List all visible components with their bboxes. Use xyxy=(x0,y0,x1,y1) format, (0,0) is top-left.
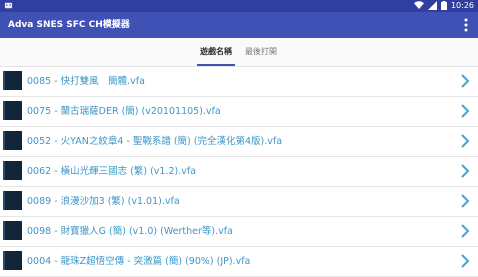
chevron-right-icon xyxy=(461,104,470,118)
game-name: 0004 - 龍珠Z超悟空傳 - 突激篇 (簡) (90%) (JP).vfa xyxy=(27,256,251,267)
chevron-right-icon xyxy=(461,194,470,208)
game-list: 0085 - 快打雙風 簡體.vfa 0075 - 蘭古瑞薩DER (簡) (v… xyxy=(0,67,478,277)
tab-game-name[interactable]: 遊戲名稱 xyxy=(193,38,239,66)
android-notification-icon xyxy=(4,1,13,12)
game-name: 0052 - 火YAN之紋章4 - 聖戰系譜 (簡) (完全漢化第4版).vfa xyxy=(27,136,283,147)
game-name: 0089 - 浪漫沙加3 (繁) (v1.01).vfa xyxy=(27,196,180,207)
app-title: Adva SNES SFC CH模擬器 xyxy=(8,20,130,30)
game-name: 0085 - 快打雙風 簡體.vfa xyxy=(27,76,145,87)
game-thumbnail xyxy=(3,191,22,210)
status-time: 10:26 xyxy=(450,1,474,10)
overflow-menu-icon[interactable] xyxy=(460,17,472,33)
chevron-right-icon xyxy=(461,254,470,268)
game-name: 0098 - 財寶獵人G (簡) (v1.0) (Werther等).vfa xyxy=(27,226,233,237)
cellular-signal-icon xyxy=(427,0,437,12)
active-tab-indicator xyxy=(197,64,235,66)
chevron-right-icon xyxy=(461,224,470,238)
game-name: 0075 - 蘭古瑞薩DER (簡) (v20101105).vfa xyxy=(27,106,221,117)
list-item[interactable]: 0089 - 浪漫沙加3 (繁) (v1.01).vfa xyxy=(0,187,478,217)
tab-bar: 遊戲名稱 最後打開 xyxy=(0,38,478,67)
game-thumbnail xyxy=(3,251,22,270)
chevron-right-icon xyxy=(461,164,470,178)
game-thumbnail xyxy=(3,101,22,120)
game-thumbnail xyxy=(3,221,22,240)
game-thumbnail xyxy=(3,131,22,150)
chevron-right-icon xyxy=(461,134,470,148)
list-item[interactable]: 0075 - 蘭古瑞薩DER (簡) (v20101105).vfa xyxy=(0,97,478,127)
app-bar: Adva SNES SFC CH模擬器 xyxy=(0,12,478,38)
list-item[interactable]: 0085 - 快打雙風 簡體.vfa xyxy=(0,67,478,97)
list-item[interactable]: 0004 - 龍珠Z超悟空傳 - 突激篇 (簡) (90%) (JP).vfa xyxy=(0,247,478,277)
tab-last-opened[interactable]: 最後打開 xyxy=(239,38,283,66)
status-bar: 10:26 xyxy=(0,0,478,12)
list-item[interactable]: 0062 - 橫山光輝三國志 (繁) (v1.2).vfa xyxy=(0,157,478,187)
list-item[interactable]: 0098 - 財寶獵人G (簡) (v1.0) (Werther等).vfa xyxy=(0,217,478,247)
battery-icon xyxy=(440,0,447,12)
list-item[interactable]: 0052 - 火YAN之紋章4 - 聖戰系譜 (簡) (完全漢化第4版).vfa xyxy=(0,127,478,157)
chevron-right-icon xyxy=(461,74,470,88)
game-thumbnail xyxy=(3,71,22,90)
game-name: 0062 - 橫山光輝三國志 (繁) (v1.2).vfa xyxy=(27,166,197,177)
game-thumbnail xyxy=(3,161,22,180)
wifi-icon xyxy=(413,0,424,12)
